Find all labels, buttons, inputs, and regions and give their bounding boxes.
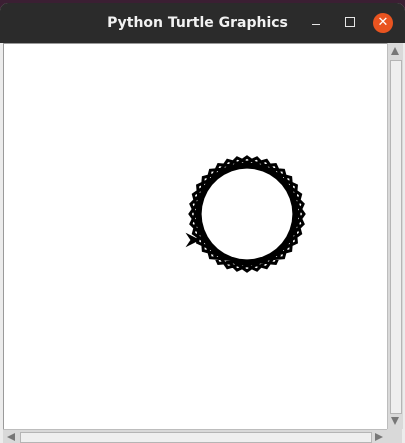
- turtle-window: Python Turtle Graphics ✕: [0, 3, 405, 443]
- horizontal-scrollbar[interactable]: [3, 429, 387, 443]
- minimize-button[interactable]: [306, 13, 326, 33]
- minimize-icon: [312, 24, 320, 25]
- maximize-icon: [345, 16, 355, 27]
- scroll-corner: [387, 429, 402, 443]
- scroll-up-icon[interactable]: [391, 47, 399, 55]
- turtle-drawing: [185, 155, 306, 273]
- maximize-button[interactable]: [340, 13, 360, 33]
- title-bar[interactable]: Python Turtle Graphics ✕: [0, 3, 405, 43]
- close-button[interactable]: ✕: [373, 13, 393, 33]
- horizontal-scroll-thumb[interactable]: [20, 432, 372, 443]
- turtle-canvas[interactable]: [3, 43, 388, 430]
- vertical-scrollbar[interactable]: [387, 43, 403, 429]
- close-icon: ✕: [377, 15, 389, 30]
- star-spiral-pattern: [188, 155, 306, 273]
- scroll-right-icon[interactable]: [375, 433, 383, 441]
- vertical-scroll-thumb[interactable]: [390, 60, 402, 414]
- scroll-left-icon[interactable]: [7, 433, 15, 441]
- scroll-down-icon[interactable]: [391, 417, 399, 425]
